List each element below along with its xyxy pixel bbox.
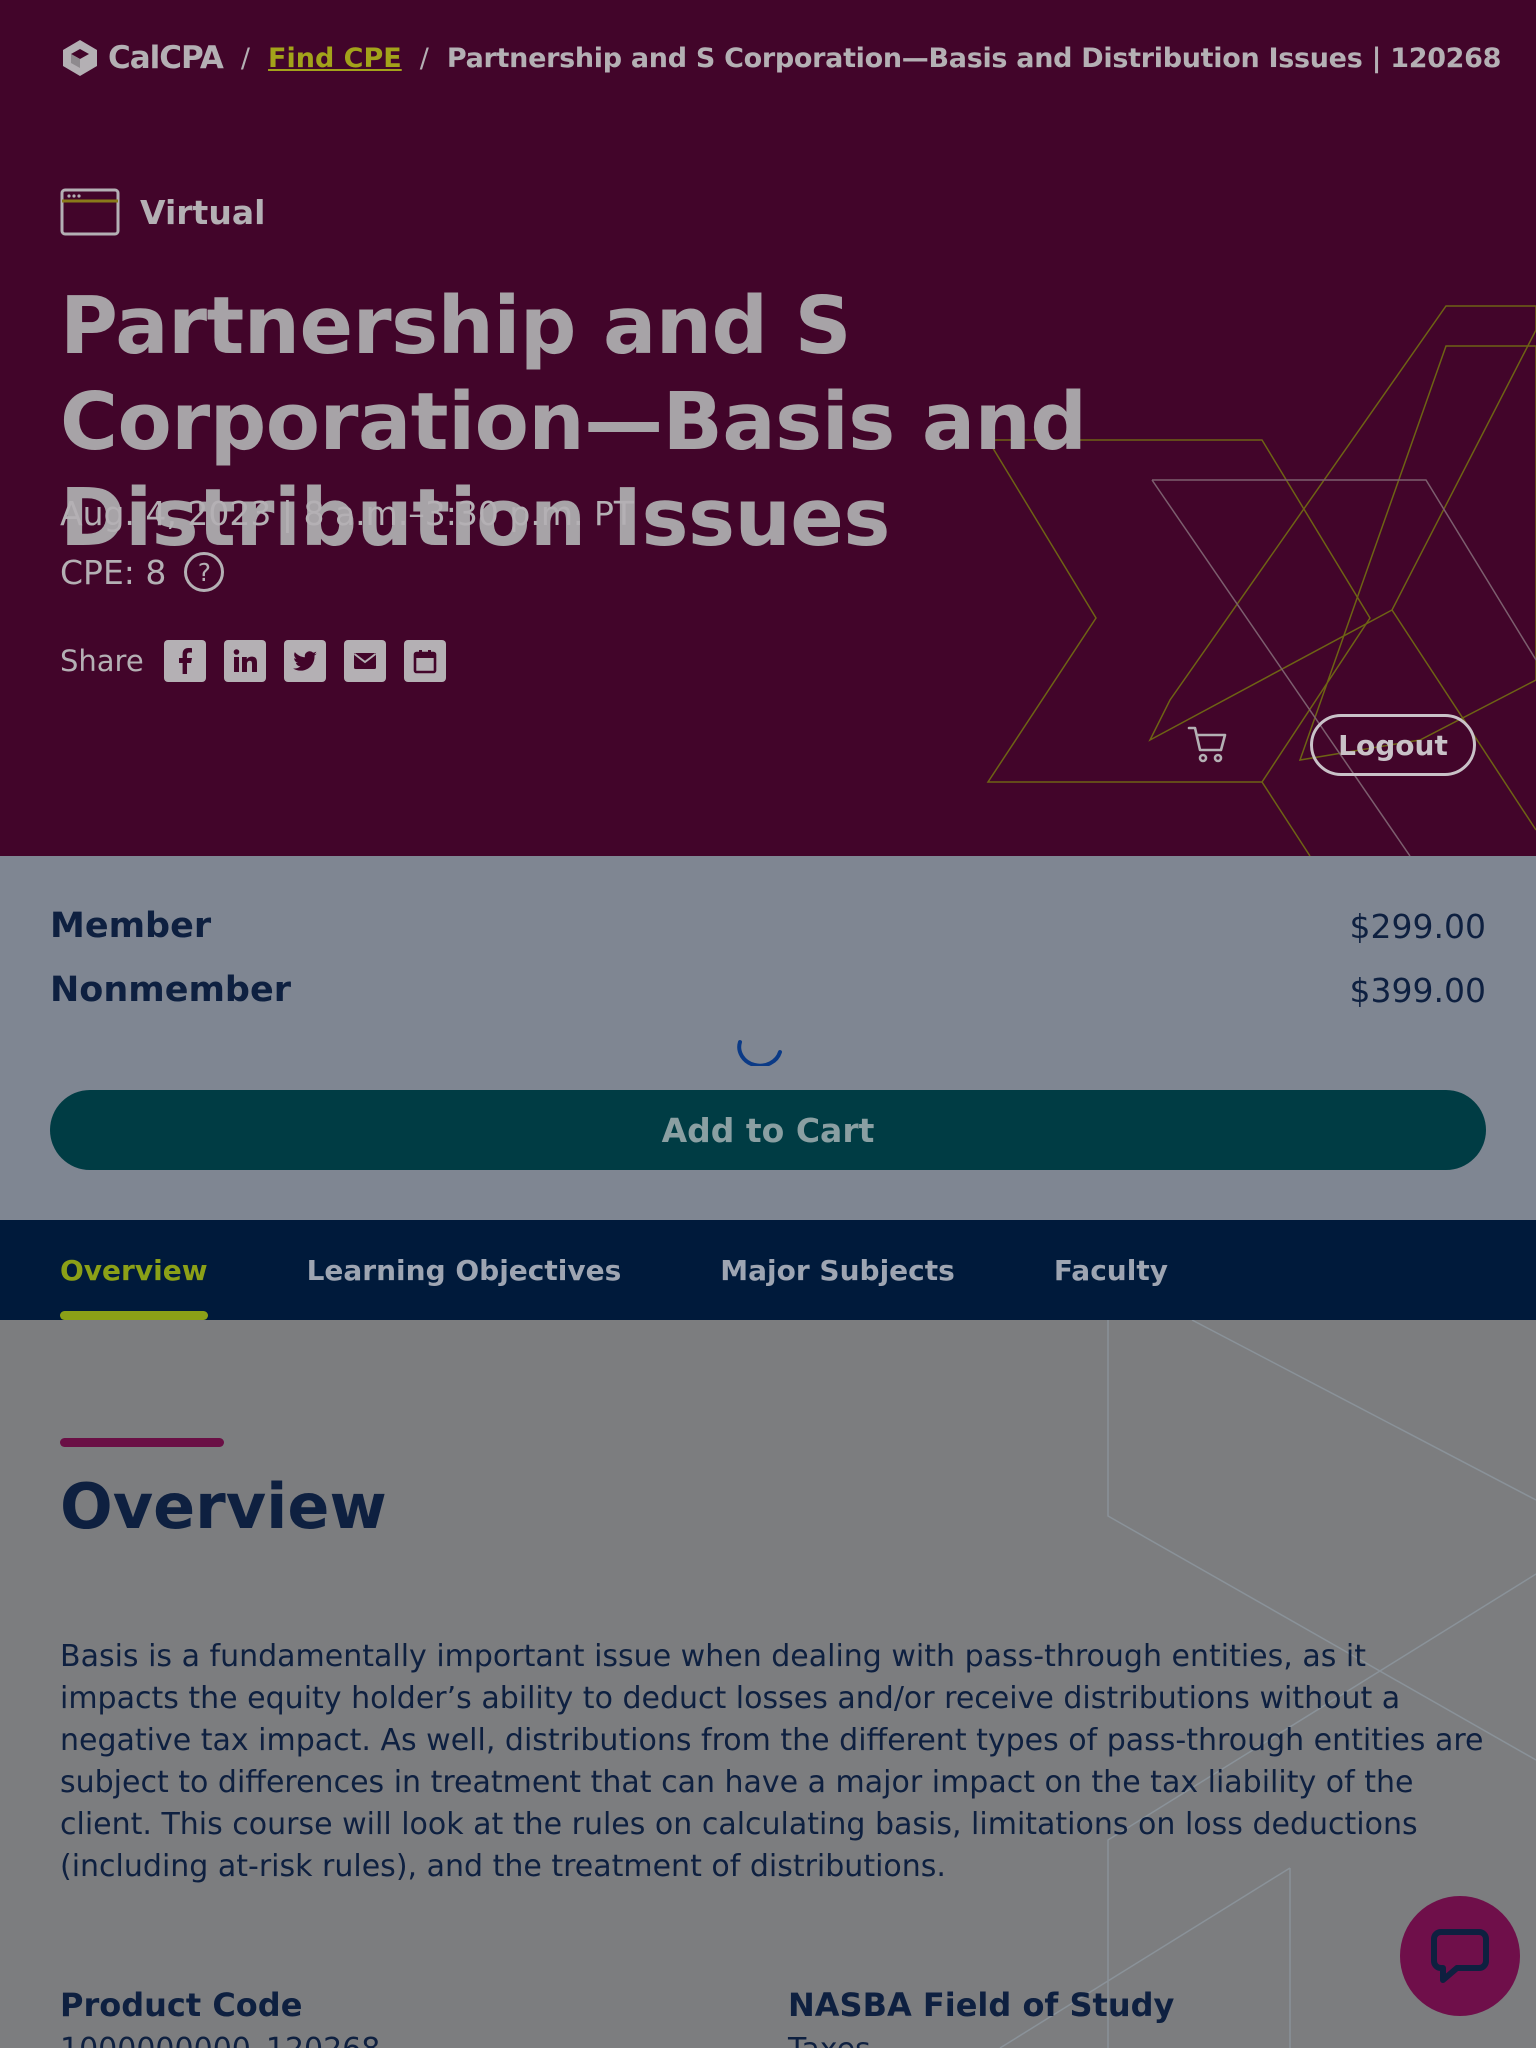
hero-banner: CalCPA / Find CPE / Partnership and S Co…	[0, 0, 1536, 856]
section-tabs: Overview Learning Objectives Major Subje…	[0, 1220, 1536, 1320]
format-label: Virtual	[140, 192, 266, 232]
overview-heading: Overview	[60, 1470, 387, 1543]
price-row-nonmember: Nonmember $399.00	[50, 970, 1486, 1010]
logout-button[interactable]: Logout	[1310, 714, 1476, 776]
cart-icon[interactable]	[1186, 722, 1230, 766]
price-label: Member	[50, 906, 212, 946]
price-label: Nonmember	[50, 970, 291, 1010]
linkedin-icon[interactable]	[223, 640, 266, 682]
calcpa-logo-icon	[63, 40, 97, 76]
tab-major-subjects[interactable]: Major Subjects	[720, 1220, 955, 1320]
twitter-icon[interactable]	[283, 640, 326, 682]
breadcrumb-separator: /	[240, 42, 251, 74]
help-icon[interactable]: ?	[184, 552, 225, 592]
cpe-label: CPE: 8	[60, 552, 167, 592]
cpe-credits: CPE: 8 ?	[60, 552, 225, 592]
tab-faculty[interactable]: Faculty	[1054, 1220, 1168, 1320]
breadcrumb-current-page: Partnership and S Corporation—Basis and …	[446, 42, 1502, 74]
price-value: $299.00	[1349, 906, 1486, 946]
tab-learning-objectives[interactable]: Learning Objectives	[307, 1220, 622, 1320]
event-date-time: Aug. 4, 2023 | 8 a.m.–3:30 p.m. PT	[60, 494, 635, 533]
email-icon[interactable]	[343, 640, 386, 682]
tab-overview[interactable]: Overview	[60, 1220, 208, 1320]
product-code-label: Product Code	[60, 1986, 303, 2024]
breadcrumb-separator: /	[419, 42, 429, 74]
share-bar: Share	[60, 640, 446, 682]
breadcrumb-link-find-cpe[interactable]: Find CPE	[268, 43, 402, 74]
overview-body: Basis is a fundamentally important issue…	[60, 1639, 1484, 1884]
logo-text: CalCPA	[108, 40, 224, 76]
chat-button[interactable]	[1400, 1896, 1520, 2016]
share-label: Share	[60, 644, 144, 678]
product-code-value: 1000000000_120268	[60, 2032, 380, 2048]
format-badge: Virtual	[60, 188, 265, 236]
chat-bubble-icon	[1431, 1929, 1489, 1983]
calendar-icon[interactable]	[403, 640, 446, 682]
field-of-study-label: NASBA Field of Study	[788, 1986, 1175, 2024]
field-of-study-value: Taxes	[788, 2032, 871, 2048]
facebook-icon[interactable]	[163, 640, 206, 682]
breadcrumb: CalCPA / Find CPE / Partnership and S Co…	[60, 38, 1501, 78]
section-accent-bar	[60, 1438, 224, 1447]
calcpa-logo[interactable]: CalCPA	[60, 38, 224, 78]
browser-window-icon	[60, 188, 120, 236]
price-row-member: Member $299.00	[50, 906, 1486, 946]
loading-spinner-icon	[737, 1040, 782, 1066]
add-to-cart-button[interactable]: Add to Cart	[50, 1090, 1486, 1170]
price-value: $399.00	[1349, 970, 1486, 1010]
